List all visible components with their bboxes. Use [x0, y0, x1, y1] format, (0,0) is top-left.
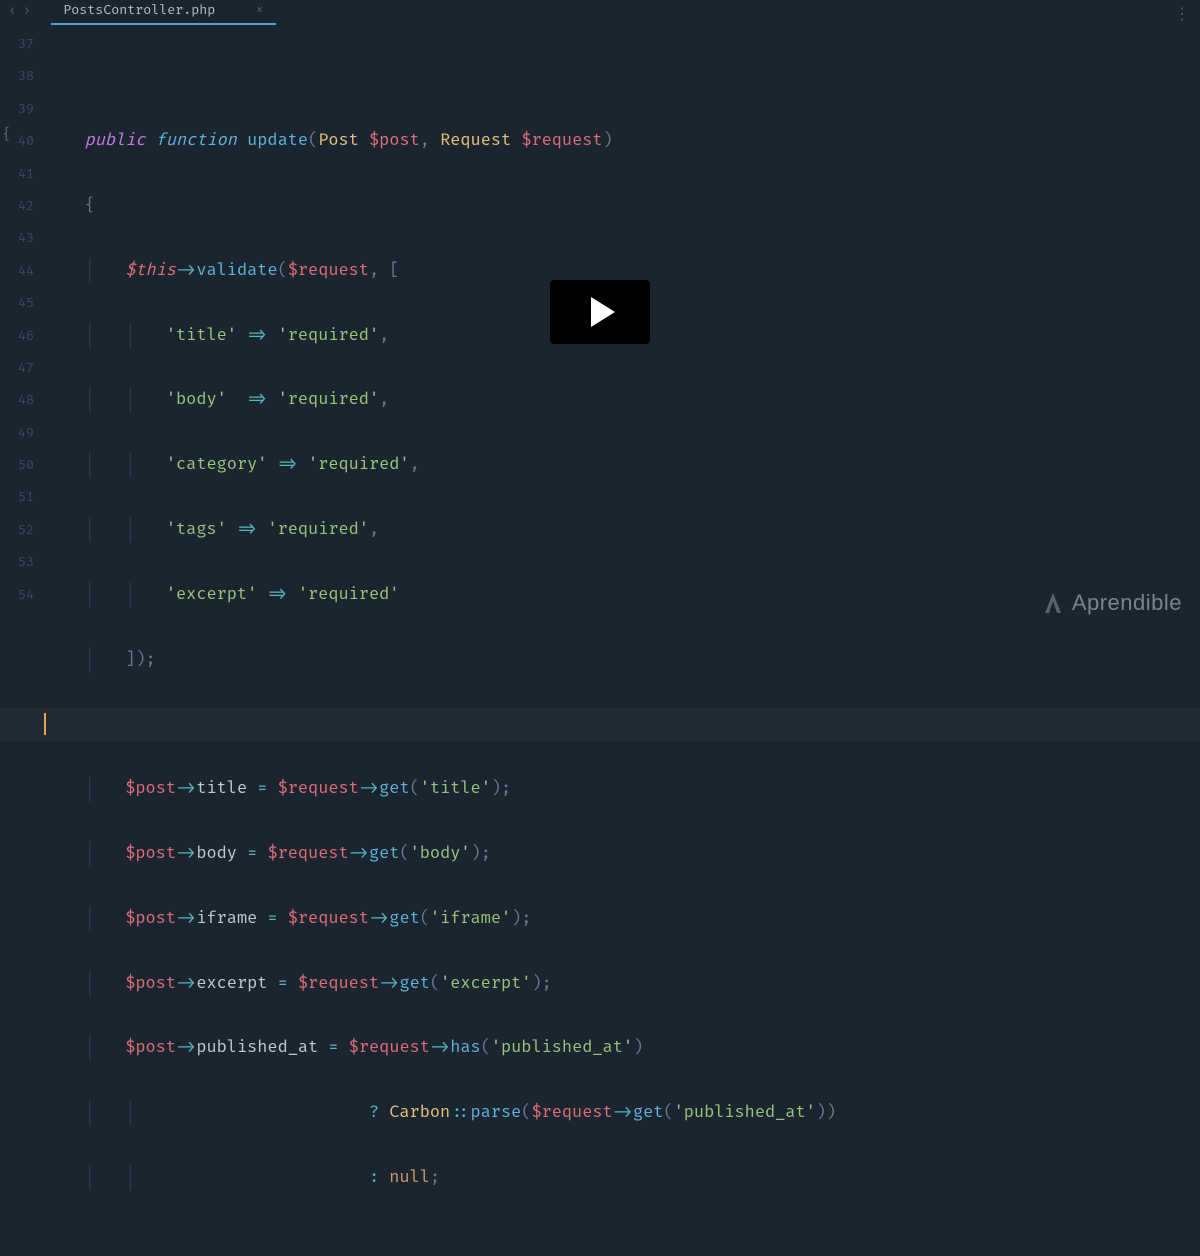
tab-bar: PostsController.php ×	[51, 0, 276, 25]
code-line: │ $post->body = $request->get('body');	[44, 838, 1200, 870]
line-number: 54	[0, 579, 34, 611]
line-number: 45	[0, 287, 34, 319]
code-line	[44, 60, 1200, 92]
code-line: │ $post->iframe = $request->get('iframe'…	[44, 903, 1200, 935]
code-line: │ │ 'category' => 'required',	[44, 449, 1200, 481]
code-line: │ $post->title = $request->get('title');	[44, 773, 1200, 805]
line-number: 42	[0, 190, 34, 222]
fold-brace-icon[interactable]: {	[2, 120, 11, 152]
nav-arrows: ‹ ›	[8, 3, 31, 20]
code-line: │ │ 'body' => 'required',	[44, 384, 1200, 416]
more-icon[interactable]: ⋮	[1174, 4, 1190, 24]
back-arrow-icon[interactable]: ‹	[8, 3, 17, 20]
line-number: 51	[0, 481, 34, 513]
code-line: │ │ ? Carbon::parse($request->get('publi…	[44, 1097, 1200, 1129]
line-number: 43	[0, 222, 34, 254]
line-number: 53	[0, 546, 34, 578]
forward-arrow-icon[interactable]: ›	[23, 3, 32, 20]
code-line: │ │ 'excerpt' => 'required'	[44, 579, 1200, 611]
code-line: │ │ : null;	[44, 1162, 1200, 1194]
cursor	[44, 713, 46, 735]
line-number: 47	[0, 352, 34, 384]
line-number: 41	[0, 158, 34, 190]
line-number: 49	[0, 417, 34, 449]
code-line: │ $post->published_at = $request->has('p…	[44, 1032, 1200, 1064]
brand-watermark: Aprendible	[1042, 590, 1182, 616]
titlebar: ‹ › PostsController.php × ⋮	[0, 0, 1200, 22]
brand-text: Aprendible	[1072, 590, 1182, 616]
gutter: { 37 38 39 40 41 42 43 44 45 46 47 48 49…	[0, 22, 44, 628]
code-line: {	[44, 190, 1200, 222]
line-number: 46	[0, 320, 34, 352]
close-icon[interactable]: ×	[255, 2, 264, 19]
code-line: │ $post->excerpt = $request->get('excerp…	[44, 968, 1200, 1000]
line-number: 37	[0, 28, 34, 60]
line-number: 52	[0, 514, 34, 546]
line-number: 38	[0, 60, 34, 92]
line-number: 50	[0, 449, 34, 481]
play-button[interactable]	[550, 280, 650, 344]
code-line: │ │ 'tags' => 'required',	[44, 514, 1200, 546]
tab-postscontroller[interactable]: PostsController.php ×	[51, 0, 276, 25]
tab-label: PostsController.php	[63, 2, 215, 18]
brand-logo-icon	[1042, 591, 1064, 615]
play-icon	[591, 297, 615, 327]
code-line: public function update(Post $post, Reque…	[44, 125, 1200, 157]
code-line	[44, 708, 1200, 740]
line-number: 48	[0, 384, 34, 416]
line-number: 44	[0, 255, 34, 287]
code-line: │ ]);	[44, 644, 1200, 676]
